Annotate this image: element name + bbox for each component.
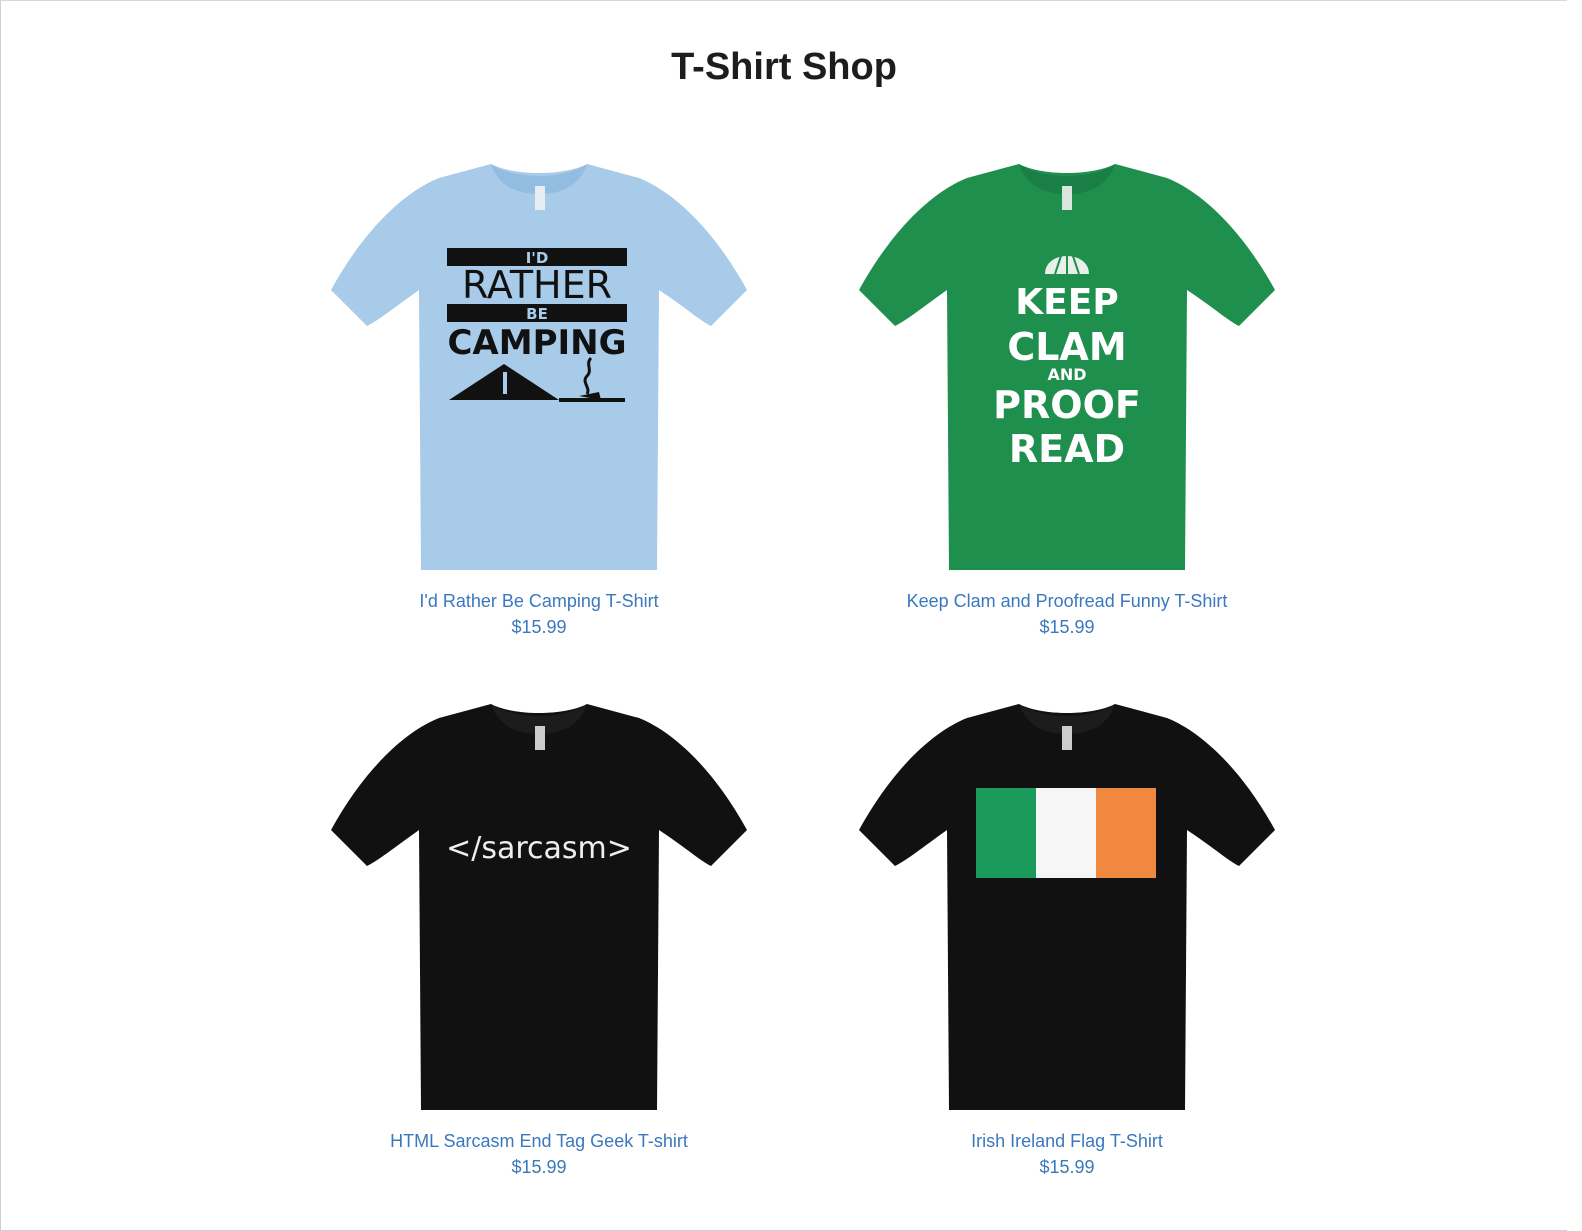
- print-text-line4: CAMPING: [447, 323, 626, 363]
- product-card-sarcasm: </sarcasm> HTML Sarcasm End Tag Geek T-s…: [329, 690, 749, 1178]
- print-text-line1: KEEP: [1015, 282, 1118, 323]
- product-image-keep-clam-shirt[interactable]: KEEP CLAM AND PROOF READ: [857, 150, 1277, 575]
- page-title: T-Shirt Shop: [671, 46, 897, 88]
- product-image-irish-flag-shirt[interactable]: [857, 690, 1277, 1115]
- print-text-line4: PROOF: [993, 383, 1141, 427]
- flag-stripe-orange: [1096, 788, 1156, 878]
- flag-stripe-green: [976, 788, 1036, 878]
- print-text-line1: </sarcasm>: [446, 831, 632, 866]
- product-image-sarcasm-shirt[interactable]: </sarcasm>: [329, 690, 749, 1115]
- print-text-line5: READ: [1009, 427, 1125, 471]
- scrollbar-track[interactable]: [1567, 0, 1582, 1231]
- print-text-line3: BE: [526, 305, 548, 323]
- page-frame: [0, 0, 1568, 1231]
- print-text-line2: RATHER: [462, 263, 612, 307]
- print-text-line2: CLAM: [1007, 325, 1126, 369]
- product-price: $15.99: [511, 1157, 567, 1177]
- product-card-camping: I'D RATHER BE CAMPING I'd Rather Be Camp…: [329, 150, 749, 638]
- product-price: $15.99: [511, 617, 567, 637]
- product-price: $15.99: [1039, 1157, 1095, 1177]
- product-link-camping[interactable]: I'd Rather Be Camping T-Shirt: [329, 591, 749, 612]
- product-link-sarcasm[interactable]: HTML Sarcasm End Tag Geek T-shirt: [329, 1131, 749, 1152]
- product-image-camping-shirt[interactable]: I'D RATHER BE CAMPING: [329, 150, 749, 575]
- product-link-irish-flag[interactable]: Irish Ireland Flag T-Shirt: [857, 1131, 1277, 1152]
- tshirt-body: [331, 704, 747, 1110]
- print-text-line3: AND: [1047, 365, 1086, 384]
- product-link-keep-clam[interactable]: Keep Clam and Proofread Funny T-Shirt: [857, 591, 1277, 612]
- product-price: $15.99: [1039, 617, 1095, 637]
- product-card-irish-flag: Irish Ireland Flag T-Shirt $15.99: [857, 690, 1277, 1178]
- irish-flag-graphic: [976, 788, 1156, 878]
- tshirt-body: [859, 704, 1275, 1110]
- flag-stripe-white: [1036, 788, 1096, 878]
- product-card-keep-clam: KEEP CLAM AND PROOF READ Keep Clam and P…: [857, 150, 1277, 638]
- tshirt-body: [331, 164, 747, 570]
